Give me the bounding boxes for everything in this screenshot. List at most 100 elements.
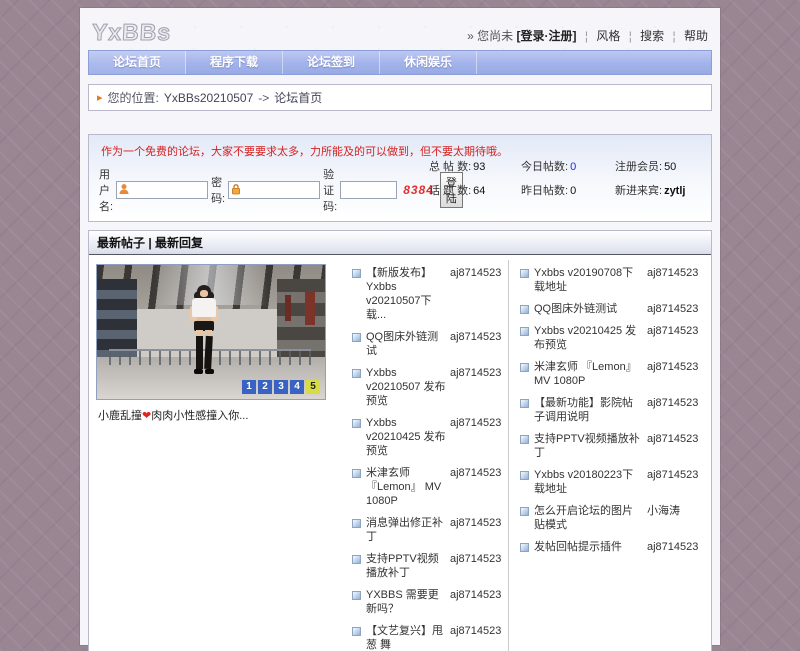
post-row[interactable]: QQ图床外链测试aj8714523 xyxy=(511,298,709,320)
nav-leisure[interactable]: 休闲娱乐 xyxy=(380,51,477,74)
breadcrumb-page-link[interactable]: 论坛首页 xyxy=(274,89,322,106)
post-author: aj8714523 xyxy=(647,360,705,374)
page-2-button[interactable]: 2 xyxy=(258,380,272,394)
post-author: aj8714523 xyxy=(647,468,705,482)
image-door xyxy=(285,295,291,321)
separator: ¦ xyxy=(585,29,588,43)
breadcrumb-arrow-icon: ▸ xyxy=(97,91,103,104)
stat-newest-member: 新进来宾:zytlj xyxy=(615,182,701,198)
post-title-link[interactable]: QQ图床外链测试 xyxy=(366,330,446,358)
post-row[interactable]: 【新版发布】Yxbbs v20210507下载...aj8714523 xyxy=(343,262,506,326)
post-row[interactable]: 支持PPTV视频播放补丁 aj8714523 xyxy=(343,548,506,584)
post-title-link[interactable]: Yxbbs v20190708下载地址 xyxy=(534,266,643,294)
post-row[interactable]: YXBBS 需要更新吗？ aj8714523 xyxy=(343,584,506,620)
latest-posts-panel: 最新帖子 | 最新回复 xyxy=(88,230,712,651)
login-form: 用户名: 密 码: 验证码: 8384 xyxy=(99,166,421,214)
post-row[interactable]: 【文艺复兴】甩 葱 舞 aj8714523 xyxy=(343,620,506,651)
stat-total-posts: 总 帖 数:93 xyxy=(429,158,521,174)
post-author: aj8714523 xyxy=(450,588,502,602)
post-author: aj8714523 xyxy=(647,396,705,410)
post-author: aj8714523 xyxy=(450,516,502,530)
post-author: aj8714523 xyxy=(647,540,705,554)
image-dancer-figure xyxy=(186,285,222,377)
post-author: aj8714523 xyxy=(450,552,502,566)
login-register-link[interactable]: [登录·注册] xyxy=(517,29,577,43)
search-link[interactable]: 搜索 xyxy=(640,29,664,43)
post-title-link[interactable]: 消息弹出修正补丁 xyxy=(366,516,446,544)
page-header: YxBBs » 您尚未 [登录·注册] ¦ 风格 ¦ 搜索 ¦ 帮助 xyxy=(80,8,720,50)
nav-forum-home[interactable]: 论坛首页 xyxy=(89,51,186,74)
user-icon xyxy=(118,183,130,198)
page-3-button[interactable]: 3 xyxy=(274,380,288,394)
login-status-text: » 您尚未 xyxy=(467,29,513,43)
forum-page: YxBBs » 您尚未 [登录·注册] ¦ 风格 ¦ 搜索 ¦ 帮助 论坛首页 … xyxy=(80,8,720,645)
post-row[interactable]: 消息弹出修正补丁 aj8714523 xyxy=(343,512,506,548)
main-nav: 论坛首页 程序下载 论坛签到 休闲娱乐 xyxy=(88,50,712,75)
post-author: aj8714523 xyxy=(450,416,502,430)
post-row[interactable]: Yxbbs v20190708下载地址 aj8714523 xyxy=(511,262,709,298)
breadcrumb-label: 您的位置: xyxy=(108,89,159,106)
breadcrumb-site-link[interactable]: YxBBs20210507 xyxy=(164,91,253,105)
captcha-field-wrap xyxy=(340,181,397,199)
page-1-button[interactable]: 1 xyxy=(242,380,256,394)
post-row[interactable]: Yxbbs v20210425 发布预览aj8714523 xyxy=(511,320,709,356)
post-title-link[interactable]: YXBBS 需要更新吗？ xyxy=(366,588,446,616)
nav-program-download[interactable]: 程序下载 xyxy=(186,51,283,74)
post-bullet-icon xyxy=(520,399,529,408)
post-author: aj8714523 xyxy=(450,366,502,380)
featured-post-image[interactable]: 1 2 3 4 5 xyxy=(96,264,326,400)
breadcrumb-arrow-text: -> xyxy=(258,91,269,105)
post-author: aj8714523 xyxy=(647,266,705,280)
stat-yesterday-posts: 昨日帖数:0 xyxy=(521,182,615,198)
stats-login-panel: 作为一个免费的论坛，大家不要要求太多，力所能及的可以做到，但不要太期待哦。 用户… xyxy=(88,134,712,222)
post-bullet-icon xyxy=(352,269,361,278)
post-title-link[interactable]: 米津玄师 『Lemon』 MV 1080P xyxy=(366,466,446,508)
desktop-background: { "header": { "logo": "YxBBs", "status_p… xyxy=(0,8,800,651)
captcha-input[interactable] xyxy=(340,181,397,199)
page-5-button-active[interactable]: 5 xyxy=(306,380,320,394)
post-title-link[interactable]: QQ图床外链测试 xyxy=(534,302,643,316)
post-author: 小海涛 xyxy=(647,504,705,518)
featured-media-cell: 1 2 3 4 5 小鹿乱撞❤肉肉小性感撞入你... xyxy=(89,260,341,651)
post-title-link[interactable]: Yxbbs v20180223下载地址 xyxy=(534,468,643,496)
post-title-link[interactable]: Yxbbs v20210425 发布预览 xyxy=(534,324,643,352)
post-row[interactable]: 发帖回帖提示插件 aj8714523 xyxy=(511,536,709,558)
nav-forum-signin[interactable]: 论坛签到 xyxy=(283,51,380,74)
post-row[interactable]: 支持PPTV视频播放补丁aj8714523 xyxy=(511,428,709,464)
post-row[interactable]: Yxbbs v20180223下载地址 aj8714523 xyxy=(511,464,709,500)
post-row[interactable]: Yxbbs v20210507 发布预览 aj8714523 xyxy=(343,362,506,412)
post-title-link[interactable]: 米津玄师 『Lemon』 MV 1080P xyxy=(534,360,643,388)
post-title-link[interactable]: 【最新功能】影院帖子调用说明 xyxy=(534,396,643,424)
post-bullet-icon xyxy=(520,327,529,336)
post-title-link[interactable]: 【新版发布】Yxbbs v20210507下载... xyxy=(366,266,446,322)
page-4-button[interactable]: 4 xyxy=(290,380,304,394)
post-title-link[interactable]: 怎么开启论坛的图片贴模式 xyxy=(534,504,643,532)
post-title-link[interactable]: Yxbbs v20210425 发布预览 xyxy=(366,416,446,458)
post-author: aj8714523 xyxy=(450,624,502,638)
help-link[interactable]: 帮助 xyxy=(684,29,708,43)
site-logo[interactable]: YxBBs xyxy=(91,19,172,46)
featured-post-caption[interactable]: 小鹿乱撞❤肉肉小性感撞入你... xyxy=(96,404,339,426)
post-bullet-icon xyxy=(520,507,529,516)
post-row[interactable]: 米津玄师 『Lemon』 MV 1080P aj8714523 xyxy=(511,356,709,392)
image-door xyxy=(305,291,315,325)
post-title-link[interactable]: 支持PPTV视频播放补丁 xyxy=(366,552,446,580)
style-link[interactable]: 风格 xyxy=(596,29,620,43)
post-bullet-icon xyxy=(520,305,529,314)
post-title-link[interactable]: 支持PPTV视频播放补丁 xyxy=(534,432,643,460)
post-title-link[interactable]: Yxbbs v20210507 发布预览 xyxy=(366,366,446,408)
post-row[interactable]: QQ图床外链测试aj8714523 xyxy=(343,326,506,362)
post-row[interactable]: 【最新功能】影院帖子调用说明 aj8714523 xyxy=(511,392,709,428)
post-bullet-icon xyxy=(520,269,529,278)
post-bullet-icon xyxy=(352,333,361,342)
post-row[interactable]: 米津玄师 『Lemon』 MV 1080Paj8714523 xyxy=(343,462,506,512)
post-bullet-icon xyxy=(352,519,361,528)
post-title-link[interactable]: 【文艺复兴】甩 葱 舞 xyxy=(366,624,446,651)
stat-topics: 话 题 数:64 xyxy=(429,182,521,198)
latest-posts-column: 【新版发布】Yxbbs v20210507下载...aj8714523 QQ图床… xyxy=(341,260,508,651)
image-left-wall xyxy=(97,279,137,357)
post-title-link[interactable]: 发帖回帖提示插件 xyxy=(534,540,643,554)
breadcrumb: ▸ 您的位置: YxBBs20210507 -> 论坛首页 xyxy=(88,84,712,111)
post-row[interactable]: 怎么开启论坛的图片贴模式小海涛 xyxy=(511,500,709,536)
post-row[interactable]: Yxbbs v20210425 发布预览 aj8714523 xyxy=(343,412,506,462)
